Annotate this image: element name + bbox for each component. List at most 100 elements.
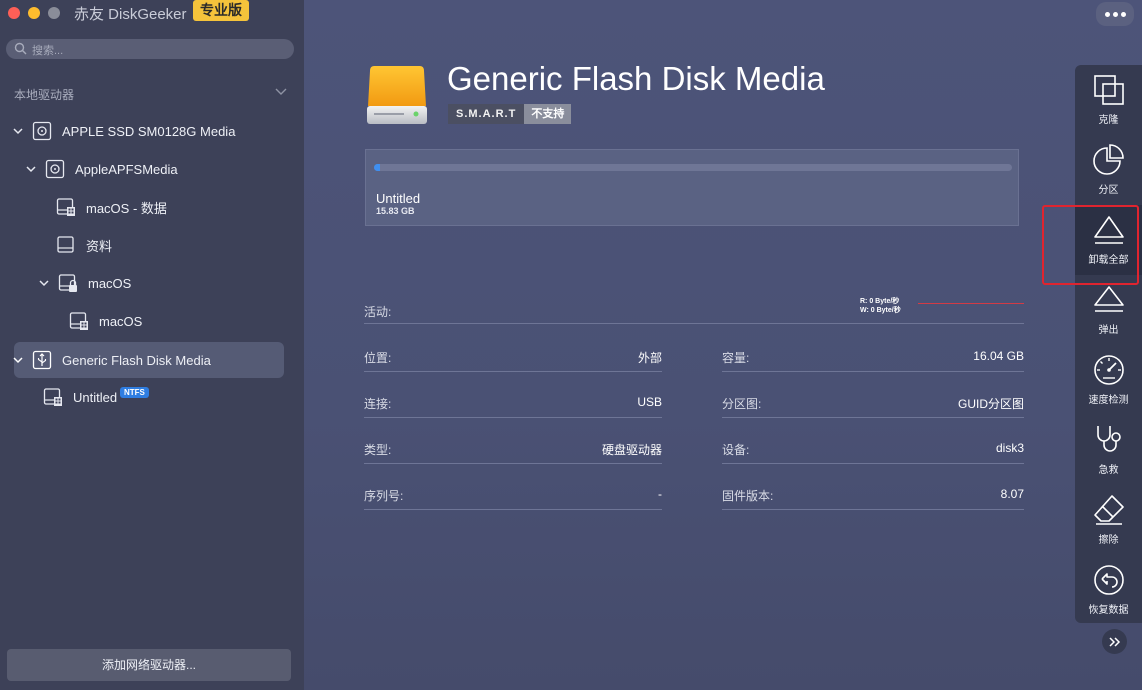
- sidebar-item-label: 资料: [86, 238, 113, 254]
- main-panel: Generic Flash Disk Media S.M.A.R.T 不支持 U…: [304, 0, 1142, 690]
- zoom-window-button[interactable]: [48, 7, 60, 19]
- activity-label: 活动:: [364, 305, 392, 319]
- connection-value: USB: [637, 395, 662, 409]
- ntfs-badge: NTFS: [120, 387, 149, 398]
- partition-map-label: 分区图:: [722, 397, 762, 411]
- eject-button[interactable]: 弹出: [1075, 275, 1142, 345]
- chevron-down-icon[interactable]: [38, 279, 50, 287]
- erase-button[interactable]: 擦除: [1075, 485, 1142, 555]
- sidebar-item-apfs-media[interactable]: AppleAPFSMedia: [25, 151, 178, 187]
- type-label: 类型:: [364, 443, 392, 457]
- external-disk-icon: [367, 66, 427, 124]
- highlight-box: [1042, 205, 1139, 285]
- sidebar-item-macos-container[interactable]: macOS: [38, 265, 131, 301]
- first-aid-button[interactable]: 急救: [1075, 415, 1142, 485]
- partition-label: 分区: [1098, 185, 1119, 196]
- partition-map-value: GUID分区图: [957, 397, 1024, 411]
- clone-icon: [1093, 75, 1124, 105]
- apfs-container-icon: [45, 159, 65, 179]
- speed-test-button[interactable]: 速度检测: [1075, 345, 1142, 415]
- sidebar-item-label: macOS - 数据: [86, 200, 167, 216]
- app-title: 赤友 DiskGeeker: [74, 6, 187, 23]
- location-value: 外部: [637, 351, 662, 365]
- add-network-drive-button[interactable]: 添加网络驱动器...: [7, 649, 291, 681]
- recover-data-button[interactable]: 恢复数据: [1075, 555, 1142, 625]
- volume-name: Untitled: [376, 191, 421, 206]
- serial-value: -: [658, 487, 662, 501]
- sidebar-item-apple-ssd[interactable]: APPLE SSD SM0128G Media: [12, 113, 235, 149]
- disk-title: Generic Flash Disk Media: [447, 60, 825, 97]
- divider: [722, 371, 1024, 372]
- serial-label: 序列号:: [364, 489, 404, 503]
- sidebar-item-ziliao[interactable]: 资料: [56, 227, 112, 263]
- locked-volume-icon: [58, 273, 78, 293]
- edition-badge: 专业版: [193, 0, 249, 21]
- eject-label: 弹出: [1098, 325, 1119, 336]
- sidebar: 赤友 DiskGeeker 专业版 搜索... 本地驱动器 APPLE SSD …: [0, 0, 304, 690]
- device-label: 设备:: [722, 443, 750, 457]
- section-header-local-drives: 本地驱动器: [14, 88, 75, 102]
- sidebar-item-generic-flash-disk[interactable]: Generic Flash Disk Media: [12, 342, 211, 378]
- chevron-down-icon[interactable]: [275, 88, 287, 96]
- divider: [722, 463, 1024, 464]
- close-window-button[interactable]: [8, 7, 20, 19]
- sidebar-item-macos[interactable]: macOS: [69, 303, 142, 339]
- smart-value: 不支持: [524, 104, 572, 124]
- volume-icon: [43, 387, 63, 407]
- smart-status: S.M.A.R.T 不支持: [448, 104, 572, 124]
- clone-button[interactable]: 克隆: [1075, 65, 1142, 135]
- sidebar-item-label: Generic Flash Disk Media: [62, 352, 211, 368]
- firmware-label: 固件版本:: [722, 489, 774, 503]
- search-icon: [14, 42, 27, 55]
- volume-size: 15.83 GB: [376, 206, 415, 216]
- partition-button[interactable]: 分区: [1075, 135, 1142, 205]
- divider: [364, 509, 662, 510]
- chevron-down-icon[interactable]: [12, 127, 24, 135]
- search-field[interactable]: 搜索...: [6, 39, 294, 59]
- speedometer-icon: [1093, 355, 1124, 385]
- recover-icon: [1093, 565, 1124, 595]
- dot: [1104, 11, 1110, 17]
- capacity-label: 容量:: [722, 351, 750, 365]
- activity-graph-line: [918, 303, 1024, 304]
- divider: [364, 417, 662, 418]
- internal-disk-icon: [32, 121, 52, 141]
- volume-usage-fill: [374, 164, 381, 171]
- expand-toolbar-button[interactable]: [1102, 629, 1127, 654]
- sidebar-item-label: macOS: [88, 275, 132, 291]
- pie-chart-icon: [1092, 144, 1124, 175]
- volume-usage-card[interactable]: Untitled 15.83 GB: [365, 149, 1019, 226]
- type-value: 硬盘驱动器: [601, 443, 662, 457]
- usb-icon: [32, 350, 52, 370]
- connection-label: 连接:: [364, 397, 392, 411]
- chevron-down-icon[interactable]: [12, 356, 24, 364]
- divider: [722, 417, 1024, 418]
- sidebar-item-label: APPLE SSD SM0128G Media: [62, 123, 236, 139]
- divider: [364, 371, 662, 372]
- sidebar-item-untitled[interactable]: Untitled: [43, 379, 117, 415]
- minimize-window-button[interactable]: [28, 7, 40, 19]
- chevron-down-icon[interactable]: [25, 165, 37, 173]
- smart-key: S.M.A.R.T: [448, 104, 525, 124]
- eraser-icon: [1093, 495, 1124, 525]
- write-speed: W: 0 Byte/秒: [860, 307, 901, 314]
- divider: [722, 509, 1024, 510]
- location-label: 位置:: [364, 351, 392, 365]
- device-value: disk3: [995, 441, 1024, 455]
- search-placeholder: 搜索...: [32, 45, 64, 57]
- sidebar-item-label: Untitled: [73, 389, 118, 405]
- more-options-button[interactable]: [1096, 2, 1134, 26]
- sidebar-item-label: AppleAPFSMedia: [75, 161, 178, 177]
- recover-label: 恢复数据: [1088, 605, 1129, 616]
- sidebar-item-macos-data[interactable]: macOS - 数据: [56, 189, 167, 225]
- capacity-value: 16.04 GB: [973, 349, 1024, 363]
- firmware-value: 8.07: [1000, 487, 1024, 501]
- first-aid-label: 急救: [1098, 465, 1119, 476]
- speed-test-label: 速度检测: [1088, 395, 1129, 406]
- volume-usage-bar: [374, 164, 1012, 171]
- volume-icon: [69, 311, 89, 331]
- clone-label: 克隆: [1098, 115, 1119, 126]
- sidebar-item-label: macOS: [99, 313, 143, 329]
- volume-icon: [56, 197, 76, 217]
- double-chevron-right-icon: [1108, 636, 1120, 647]
